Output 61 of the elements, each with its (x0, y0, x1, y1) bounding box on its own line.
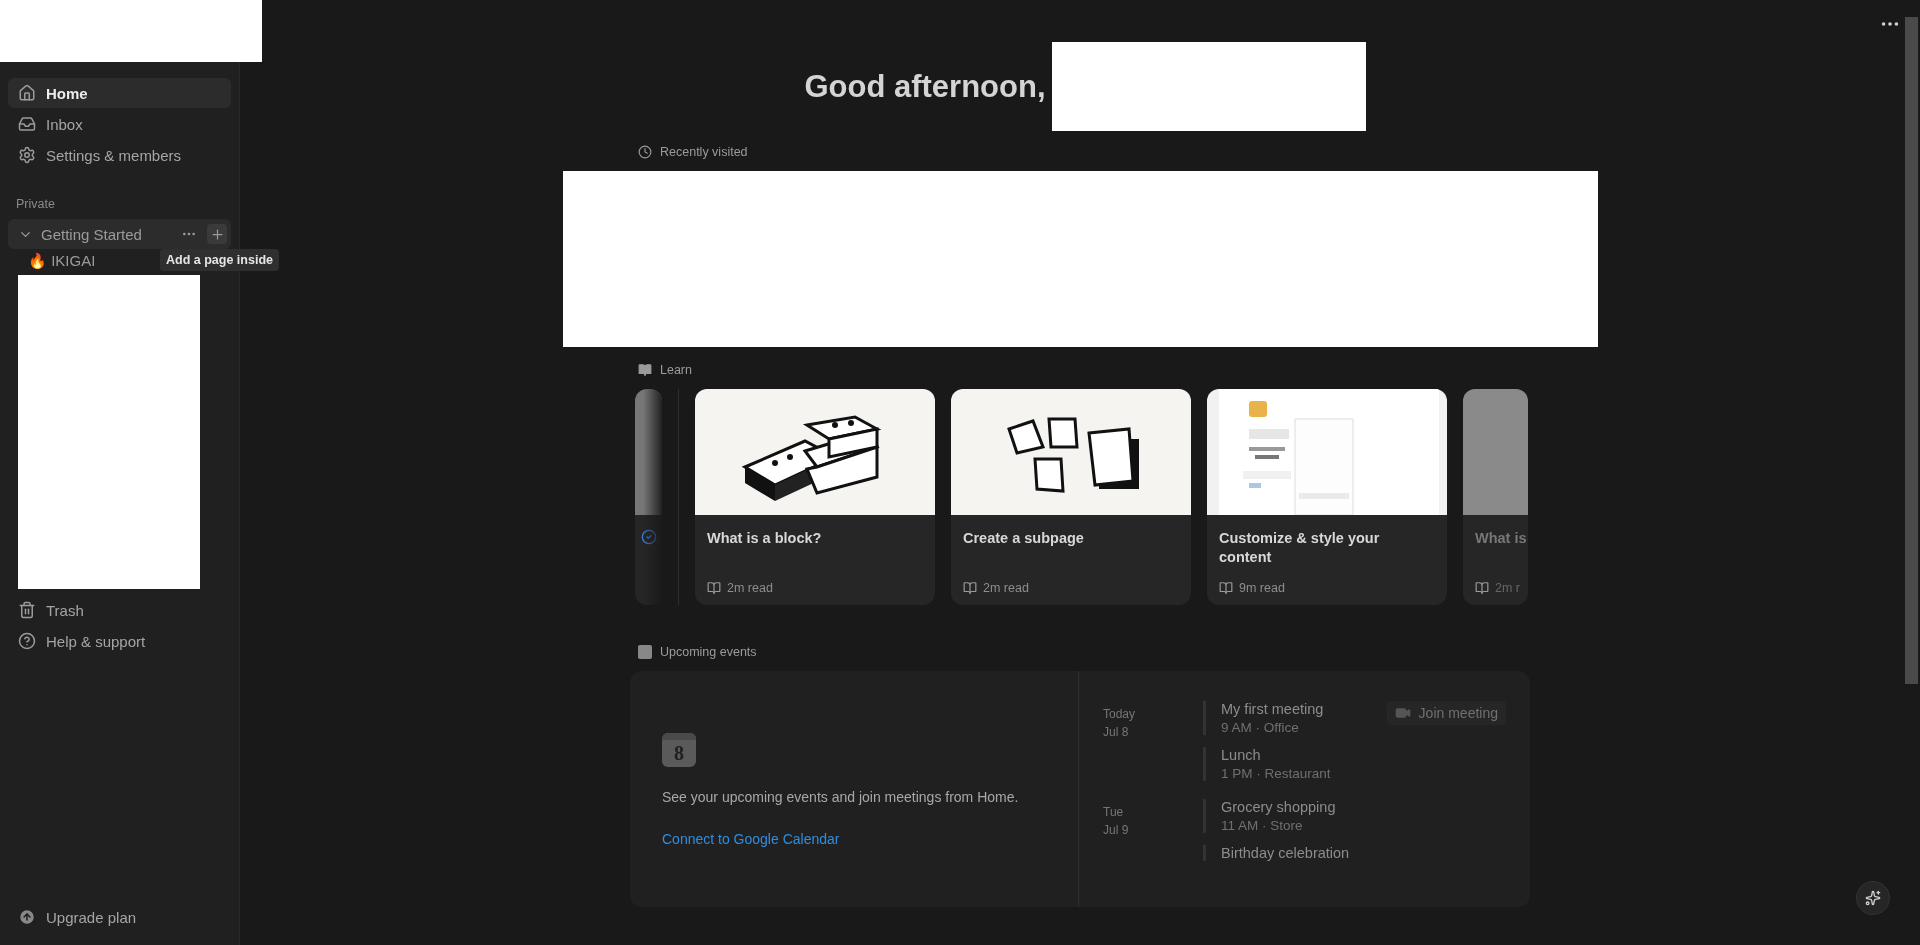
home-icon (18, 84, 36, 102)
section-title: Upcoming events (660, 645, 757, 659)
learn-card[interactable]: Create a subpage 2m read (951, 389, 1191, 605)
event-title: Grocery shopping (1221, 799, 1337, 815)
sidebar-item[interactable]: Settings & members (8, 140, 231, 170)
learn-card[interactable]: What is a block? 2m read (695, 389, 935, 605)
section-label: Private (15, 197, 56, 211)
sidebar-item[interactable]: Help & support (8, 626, 231, 656)
sidebar-item[interactable]: Home (8, 78, 231, 108)
event-item[interactable]: Lunch 1 PM · Restaurant (1203, 747, 1506, 781)
book-icon (1219, 581, 1233, 595)
upgrade-icon (18, 908, 36, 926)
ai-assistant-button[interactable] (1856, 881, 1890, 915)
scrollbar[interactable] (1905, 17, 1918, 684)
tooltip: Add a page inside (160, 249, 279, 271)
sparkle-icon (1865, 890, 1881, 906)
calendar-icon: 8 (662, 733, 696, 767)
read-time: 2m r (1495, 581, 1520, 595)
event-date: Today Jul 8 (1103, 706, 1137, 741)
book-icon (963, 581, 977, 595)
card-title: What is (1474, 529, 1528, 548)
upgrade-plan-link[interactable]: Upgrade plan (8, 902, 231, 932)
calendar-icon (638, 645, 652, 659)
section-title: Learn (660, 363, 692, 377)
learn-card[interactable]: Customize & style your content 9m read (1207, 389, 1447, 605)
inbox-icon (18, 115, 36, 133)
page-item[interactable]: Getting Started (8, 219, 231, 249)
check-icon (641, 529, 657, 545)
event-item[interactable]: Grocery shopping 11 AM · Store (1203, 799, 1506, 833)
help-icon (18, 632, 36, 650)
read-time: 2m read (983, 581, 1029, 595)
event-detail: 11 AM · Store (1221, 818, 1304, 833)
events-prompt: See your upcoming events and join meetings from Home. (662, 789, 1020, 805)
card-title: Create a subpage (962, 529, 1085, 548)
read-time: 9m read (1239, 581, 1285, 595)
event-title: My first meeting (1221, 701, 1325, 717)
clock-icon (638, 145, 652, 159)
add-page-button[interactable] (207, 224, 227, 244)
event-detail: 9 AM · Office (1221, 720, 1300, 735)
event-item[interactable]: Birthday celebration (1203, 845, 1506, 861)
sidebar-item[interactable]: Trash (8, 595, 231, 625)
book-icon (1475, 581, 1489, 595)
trash-icon (18, 601, 36, 619)
book-icon (707, 581, 721, 595)
learn-card[interactable] (635, 389, 662, 605)
event-item[interactable]: My first meeting 9 AM · Office Join meeting (1203, 701, 1506, 735)
sidebar-item[interactable]: Inbox (8, 109, 231, 139)
greeting: Good afternoon, (804, 68, 1046, 105)
section-title: Recently visited (660, 145, 748, 159)
settings-icon (18, 146, 36, 164)
event-title: Lunch (1221, 747, 1262, 763)
book-icon (638, 363, 652, 377)
event-date: Tue Jul 9 (1103, 804, 1130, 839)
read-time: 2m read (727, 581, 773, 595)
event-detail: 1 PM · Restaurant (1221, 766, 1332, 781)
connect-calendar-link[interactable]: Connect to Google Calendar (662, 831, 840, 847)
card-title: Customize & style your content (1218, 529, 1381, 567)
plus-icon (209, 226, 225, 242)
event-title: Birthday celebration (1221, 845, 1351, 861)
card-title: What is a block? (706, 529, 823, 548)
video-camera-icon (1394, 705, 1411, 721)
